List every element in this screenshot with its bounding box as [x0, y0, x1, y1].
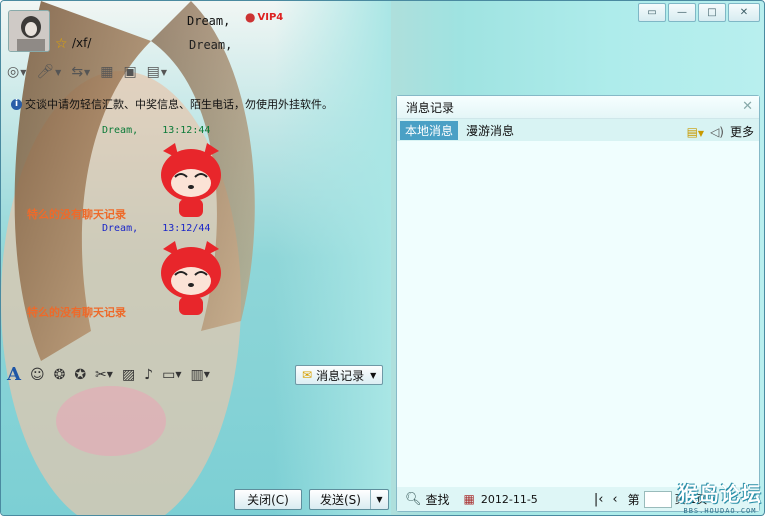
screen-capture-icon[interactable]: ▭ ▼	[162, 367, 181, 383]
send-button[interactable]: 发送(S) ▼	[309, 489, 389, 510]
vip-badge[interactable]: ● VIP4	[245, 10, 283, 24]
message-history-label: 消息记录	[316, 368, 365, 383]
message-text: 特么的没有聊天记录	[27, 306, 126, 319]
video-call-button[interactable]: ◎ ▼	[7, 64, 26, 80]
microphone-icon: 🎤︎	[36, 64, 55, 80]
apps-button[interactable]: ▤ ▼	[147, 64, 167, 80]
calendar-icon[interactable]: ▦	[464, 492, 475, 506]
watermark-text: 猴岛论坛	[678, 482, 762, 506]
buddy-name: /xf/	[72, 36, 92, 50]
clipboard-icon: ▤	[146, 64, 160, 80]
forum-watermark: 猴岛论坛 BBS.HOUDAO.COM	[678, 478, 762, 515]
message-header: Dream, 13:12/44	[102, 223, 210, 234]
message-time: 13:12:44	[162, 125, 211, 136]
security-notice-text: 交谈中请勿轻信汇款、中奖信息、陌生电话，勿使用外挂软件。	[25, 98, 333, 111]
screen-share-button[interactable]: ▣	[123, 64, 136, 80]
message-manager-icon[interactable]: ▤▼	[687, 125, 705, 139]
window-controls: ▭ — □ ✕	[638, 3, 760, 22]
remote-icon: ▦	[100, 64, 114, 80]
panel-close-icon[interactable]: ✕	[742, 99, 753, 114]
panel-title: 消息记录	[406, 100, 455, 115]
message-sender: Dream,	[102, 125, 139, 136]
remote-assist-button[interactable]: ▦	[100, 64, 113, 80]
close-window-button[interactable]: ✕	[728, 3, 760, 22]
message-history-panel: 消息记录 ✕ 本地消息 漫游消息 ▤▼ ◁) 更多 🔍︎ 查找 ▦ 2012-1…	[396, 95, 760, 512]
panel-header: 消息记录 ✕	[397, 96, 759, 119]
contact-avatar[interactable]	[8, 10, 50, 52]
page-prefix: 第	[627, 492, 640, 507]
fox-sticker-icon	[161, 241, 221, 315]
file-transfer-icon: ⇆	[71, 64, 84, 80]
send-file-button[interactable]: ⇆ ▼	[71, 64, 90, 80]
speaker-icon[interactable]: ◁)	[710, 125, 724, 139]
info-icon: i	[11, 98, 22, 110]
chat-bubble-icon: ✉	[302, 368, 313, 382]
message-header: Dream, 13:12:44	[102, 125, 210, 136]
skin-button[interactable]: ▭	[638, 3, 666, 22]
history-list	[397, 141, 759, 487]
toolbox-icon[interactable]: ▥ ▼	[191, 367, 210, 383]
top-toolbar: ◎ ▼ 🎤︎ ▼ ⇆ ▼ ▦ ▣ ▤ ▼	[7, 64, 167, 80]
font-icon[interactable]: A	[7, 364, 21, 385]
tab-roaming-messages[interactable]: 漫游消息	[461, 121, 519, 140]
emoji-icon[interactable]: ☺	[30, 367, 45, 383]
panel-tabs: 本地消息 漫游消息 ▤▼ ◁) 更多	[397, 119, 759, 142]
vip-label: VIP4	[257, 11, 284, 23]
panel-actions: ▤▼ ◁) 更多	[687, 123, 754, 140]
chevron-down-icon: ▼	[370, 370, 377, 380]
magic-emoji-icon[interactable]: ❂	[54, 367, 66, 383]
contact-signature: Dream,	[189, 38, 233, 52]
more-link[interactable]: 更多	[730, 123, 754, 140]
screen-icon: ▣	[123, 64, 137, 80]
date-label[interactable]: 2012-11-5	[481, 493, 538, 506]
voice-call-button[interactable]: 🎤︎ ▼	[36, 64, 61, 80]
search-button[interactable]: 查找	[426, 491, 450, 508]
chat-window: ▭ — □ ✕ ☆ /xf/ Dream, ● VIP4 Dream, ◎ ▼ 🎤…	[0, 0, 765, 516]
message-sender: Dream,	[102, 223, 139, 234]
tab-local-messages[interactable]: 本地消息	[400, 120, 459, 140]
watermark-url: BBS.HOUDAO.COM	[683, 507, 757, 515]
first-page-icon[interactable]: |‹	[594, 492, 604, 507]
page-input[interactable]	[643, 490, 672, 508]
message-text: 特么的没有聊天记录	[27, 208, 126, 221]
security-notice: i 交谈中请勿轻信汇款、中奖信息、陌生电话，勿使用外挂软件。	[11, 96, 333, 112]
avatar-image	[9, 11, 49, 51]
camera-icon: ◎	[7, 64, 20, 80]
screenshot-icon[interactable]: ✂ ▼	[95, 367, 113, 383]
send-options-chevron-icon[interactable]: ▼	[370, 490, 388, 509]
close-button[interactable]: 关闭(C)	[234, 489, 302, 510]
music-icon[interactable]: ♪	[144, 367, 153, 383]
input-toolbar: A ☺ ❂ ✪ ✂ ▼ ▨ ♪ ▭ ▼ ▥ ▼	[7, 364, 210, 385]
shake-icon[interactable]: ✪	[74, 367, 86, 383]
fox-sticker-icon	[161, 143, 221, 217]
close-button-label: 关闭(C)	[247, 493, 289, 507]
contact-nickname[interactable]: Dream,	[187, 14, 230, 28]
penguin-icon: ●	[245, 10, 256, 24]
message-history-button[interactable]: ✉ 消息记录 ▼	[295, 365, 383, 385]
star-icon: ☆	[55, 36, 68, 52]
prev-page-icon[interactable]: ‹	[612, 492, 617, 507]
message-time: 13:12/44	[162, 223, 211, 234]
image-icon[interactable]: ▨	[122, 367, 135, 383]
send-button-label: 发送(S)	[320, 493, 361, 507]
minimize-button[interactable]: —	[668, 3, 696, 22]
search-icon[interactable]: 🔍︎	[405, 492, 422, 507]
maximize-button[interactable]: □	[698, 3, 726, 22]
